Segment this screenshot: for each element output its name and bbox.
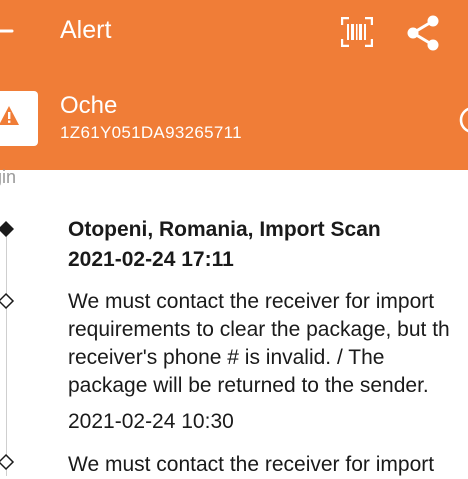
share-icon[interactable] bbox=[406, 15, 440, 51]
status-badge bbox=[0, 91, 38, 146]
warning-icon bbox=[0, 106, 19, 125]
back-arrow-icon[interactable] bbox=[0, 16, 14, 46]
package-name: Oche bbox=[60, 92, 118, 119]
app-bar: Alert Oche 1Z61Y051DA93265711 bbox=[0, 0, 468, 170]
timeline-marker-outline-icon bbox=[0, 453, 15, 471]
event-description: We must contact the receiver for import … bbox=[68, 290, 450, 397]
timeline-marker-outline-icon bbox=[0, 292, 15, 310]
info-icon[interactable] bbox=[458, 105, 468, 135]
timeline-line bbox=[6, 236, 7, 476]
barcode-scan-icon[interactable] bbox=[341, 17, 373, 47]
section-label: igin bbox=[0, 167, 17, 187]
tracking-number: 1Z61Y051DA93265711 bbox=[60, 123, 242, 142]
timeline-marker-filled-icon bbox=[0, 221, 14, 237]
event-timestamp: 2021-02-24 17:11 bbox=[68, 248, 234, 271]
event-location: Otopeni, Romania, Import Scan bbox=[68, 218, 381, 241]
event-timestamp: 2021-02-24 10:30 bbox=[68, 410, 234, 433]
page-title: Alert bbox=[60, 16, 112, 44]
event-description: We must contact the receiver for import bbox=[68, 453, 435, 476]
